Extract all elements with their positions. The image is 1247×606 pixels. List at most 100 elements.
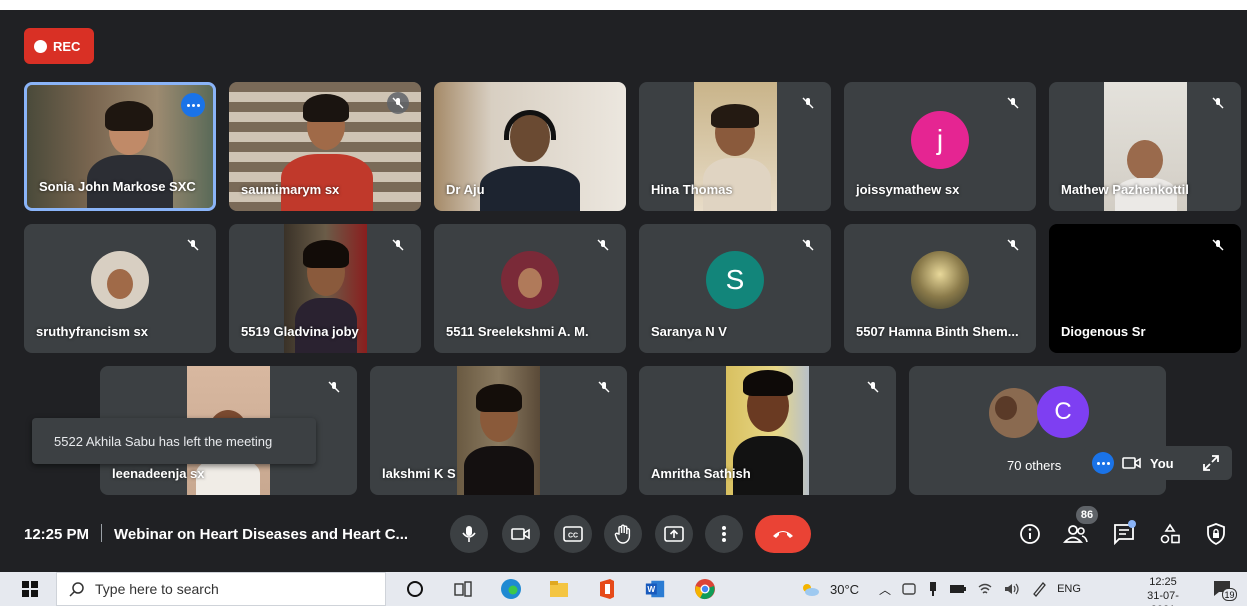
edge-browser-icon[interactable] [500, 578, 522, 600]
participant-name: 5507 Hamna Binth Shem... [856, 324, 1019, 339]
recording-indicator[interactable]: REC [24, 28, 94, 64]
participant-tile[interactable]: Diogenous Sr [1049, 224, 1241, 353]
mic-icon [462, 526, 476, 542]
mic-off-icon [1207, 234, 1229, 256]
participant-name: Hina Thomas [651, 182, 733, 197]
camera-button[interactable] [502, 515, 540, 553]
participant-face [1127, 140, 1163, 180]
chrome-icon[interactable] [694, 578, 716, 600]
participant-avatar [91, 250, 149, 309]
info-icon [1020, 524, 1040, 544]
participant-body [464, 446, 534, 495]
others-photo-avatar [989, 388, 1039, 438]
others-count-label: 70 others [1007, 458, 1062, 473]
unread-indicator [1128, 520, 1136, 528]
host-controls-button[interactable] [1202, 520, 1230, 548]
mic-off-icon [387, 92, 409, 114]
participant-name: Sonia John Markose SXC [39, 179, 196, 194]
meeting-title[interactable]: Webinar on Heart Diseases and Heart C... [114, 526, 408, 543]
participant-body [480, 166, 580, 211]
participant-tile[interactable]: Amritha Sathish [639, 366, 896, 495]
mic-off-icon [1207, 92, 1229, 114]
windows-start-icon[interactable] [22, 581, 38, 597]
participant-name: joissymathew sx [856, 182, 960, 197]
more-options-icon[interactable] [181, 93, 205, 117]
participant-hair [476, 384, 522, 412]
participant-tile[interactable]: lakshmi K S [370, 366, 627, 495]
mic-off-icon [323, 376, 345, 398]
participant-hair [711, 104, 759, 128]
participant-name: Mathew Pazhenkottil [1061, 182, 1189, 197]
avatar-initial: j [936, 123, 944, 155]
activities-button[interactable] [1156, 520, 1184, 548]
action-center-button[interactable]: 19 [1212, 578, 1237, 602]
task-view-icon[interactable] [452, 578, 474, 600]
file-explorer-icon[interactable] [548, 578, 570, 600]
participant-name: sruthyfrancism sx [36, 324, 148, 339]
participant-tile[interactable]: 5511 Sreelekshmi A. M. [434, 224, 626, 353]
hand-icon [614, 524, 631, 544]
mic-off-icon [387, 234, 409, 256]
participant-hair [303, 240, 349, 268]
search-icon [69, 582, 84, 597]
recording-label: REC [53, 38, 81, 54]
more-options-icon[interactable] [1092, 452, 1114, 474]
participant-name: Saranya N V [651, 324, 727, 339]
taskbar-search-box[interactable]: Type here to search [56, 572, 386, 606]
closed-captions-icon: CC [563, 526, 583, 542]
pen-icon[interactable] [1031, 581, 1047, 597]
captions-button[interactable]: CC [554, 515, 592, 553]
mic-off-icon [1002, 92, 1024, 114]
svg-text:W: W [647, 585, 655, 594]
participant-tile[interactable]: saumimarym sx [229, 82, 421, 211]
system-clock[interactable]: 12:25 31-07-2021 [1136, 575, 1190, 606]
participant-tile[interactable]: Sonia John Markose SXC [24, 82, 216, 211]
participant-tile[interactable]: j joissymathew sx [844, 82, 1036, 211]
search-placeholder: Type here to search [95, 581, 219, 597]
chevron-up-icon[interactable]: ︿ [879, 581, 891, 598]
volume-icon[interactable] [1003, 582, 1021, 596]
participant-tile[interactable]: 5507 Hamna Binth Shem... [844, 224, 1036, 353]
usb-icon[interactable] [927, 581, 939, 597]
weather-icon[interactable] [800, 581, 820, 597]
people-icon [1063, 525, 1088, 543]
more-options-button[interactable] [705, 515, 743, 553]
meeting-details-button[interactable] [1016, 520, 1044, 548]
others-avatars: C [989, 386, 1099, 442]
leave-call-button[interactable] [755, 515, 811, 553]
participant-tile[interactable]: Hina Thomas [639, 82, 831, 211]
battery-icon[interactable] [949, 583, 967, 595]
camera-off-icon[interactable] [1122, 455, 1142, 471]
participant-hair [303, 94, 349, 122]
participant-tile[interactable]: Mathew Pazhenkottil [1049, 82, 1241, 211]
onedrive-icon[interactable] [901, 582, 917, 596]
mic-off-icon [592, 234, 614, 256]
cortana-icon[interactable] [404, 578, 426, 600]
participant-name: 5511 Sreelekshmi A. M. [446, 324, 589, 339]
participant-tile[interactable]: S Saranya N V [639, 224, 831, 353]
participant-tile[interactable]: 5519 Gladvina joby [229, 224, 421, 353]
participant-name: lakshmi K S [382, 466, 456, 481]
left-meeting-notification: 5522 Akhila Sabu has left the meeting [32, 418, 316, 464]
participant-avatar: j [911, 110, 969, 169]
participant-tile[interactable]: sruthyfrancism sx [24, 224, 216, 353]
notification-text: 5522 Akhila Sabu has left the meeting [54, 433, 273, 449]
vertical-dots-icon [722, 526, 726, 542]
meeting-time: 12:25 PM [24, 526, 90, 543]
present-button[interactable] [655, 515, 693, 553]
meet-window: REC Sonia John Markose SXC saumimarym sx… [0, 0, 1247, 606]
wifi-icon[interactable] [977, 582, 993, 596]
participant-hair [743, 370, 793, 396]
raise-hand-button[interactable] [604, 515, 642, 553]
participant-name: Dr Aju [446, 182, 485, 197]
office-icon[interactable] [596, 578, 618, 600]
meeting-info: 12:25 PM Webinar on Heart Diseases and He… [24, 524, 408, 543]
expand-icon[interactable] [1202, 454, 1220, 472]
participant-tile[interactable]: Dr Aju [434, 82, 626, 211]
mic-button[interactable] [450, 515, 488, 553]
temperature-label[interactable]: 30°C [830, 582, 859, 597]
people-button[interactable] [1062, 520, 1090, 548]
mic-off-icon [182, 234, 204, 256]
word-icon[interactable]: W [644, 578, 666, 600]
language-indicator[interactable]: ENG [1057, 583, 1081, 595]
